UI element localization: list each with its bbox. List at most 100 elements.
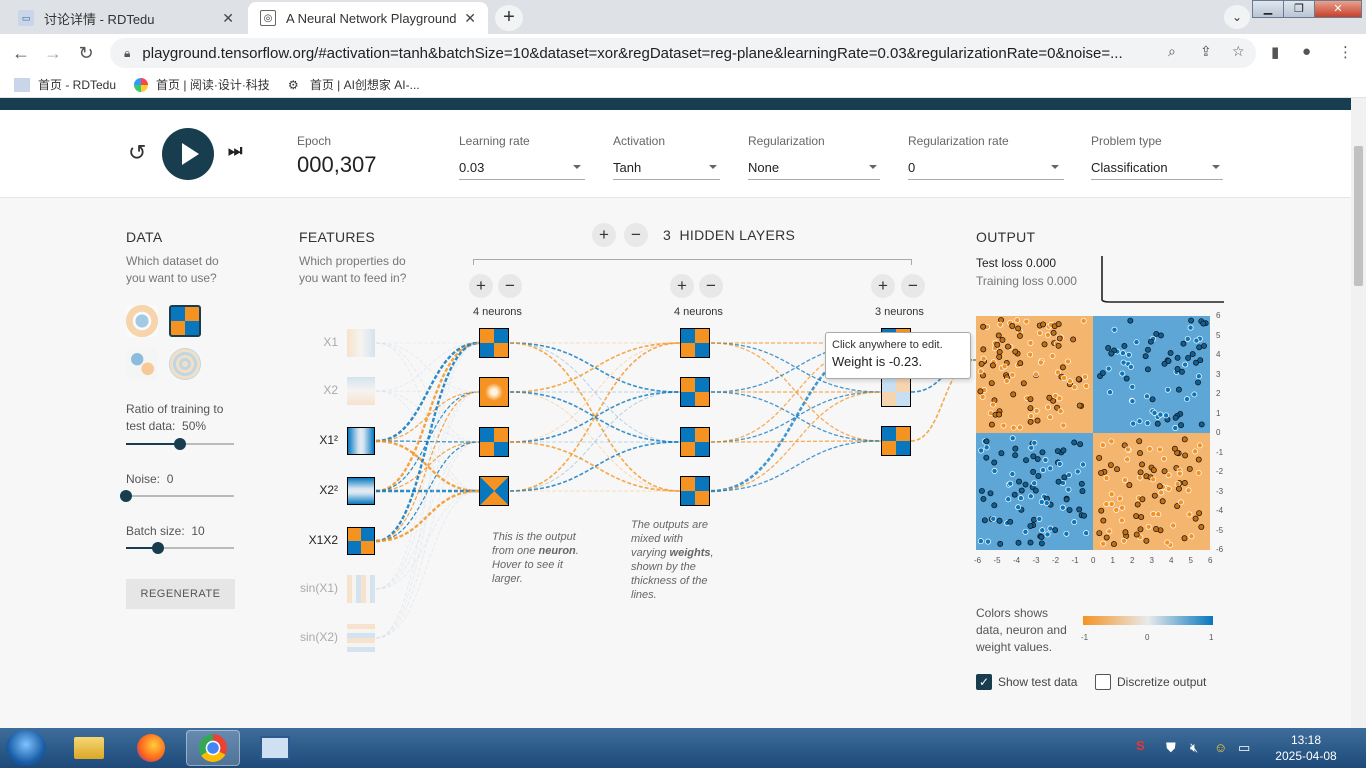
dataset-circle-thumb[interactable] — [126, 305, 158, 337]
slider-knob[interactable] — [174, 438, 186, 450]
weight-link[interactable] — [375, 341, 480, 493]
scrollbar-thumb[interactable] — [1354, 146, 1363, 286]
weight-link[interactable] — [509, 391, 681, 443]
add-layer-button[interactable]: + — [592, 223, 616, 247]
weight-link[interactable] — [375, 440, 480, 443]
control-panel-icon[interactable] — [248, 730, 302, 766]
hidden-neuron[interactable] — [479, 328, 509, 358]
back-arrow-icon[interactable]: ← — [8, 40, 34, 66]
weight-link[interactable] — [509, 391, 681, 492]
weight-link[interactable] — [375, 342, 480, 492]
play-button[interactable] — [162, 128, 214, 180]
regenerate-button[interactable]: REGENERATE — [126, 579, 235, 609]
weight-link[interactable] — [375, 441, 480, 590]
weight-link[interactable] — [509, 441, 681, 492]
action-center-icon[interactable]: ▭ — [1238, 740, 1250, 756]
regularization-rate-select[interactable]: Regularization rate 0 — [908, 134, 1064, 180]
system-clock[interactable]: 13:18 2025-04-08 — [1270, 732, 1342, 764]
layer2-remove-neuron-button[interactable]: − — [699, 274, 723, 298]
feature-input-box[interactable] — [347, 575, 375, 603]
weight-link[interactable] — [375, 391, 480, 442]
weight-link[interactable] — [375, 391, 480, 492]
step-forward-icon[interactable]: ⏭︎ — [228, 143, 242, 161]
weight-link[interactable] — [375, 391, 480, 590]
address-bar[interactable]: 🔒︎ playground.tensorflow.org/#activation… — [110, 38, 1256, 68]
tab-rdtedu[interactable]: ▭ 讨论详情 - RDTedu ✕ — [6, 2, 246, 34]
problem-type-select[interactable]: Problem type Classification — [1091, 134, 1223, 180]
hidden-neuron[interactable] — [881, 426, 911, 456]
close-tab-icon[interactable]: ✕ — [464, 10, 476, 27]
remove-layer-button[interactable]: − — [624, 223, 648, 247]
activation-select[interactable]: Activation Tanh — [613, 134, 720, 180]
feature-input-box[interactable] — [347, 527, 375, 555]
weight-link[interactable] — [710, 391, 882, 442]
firefox-icon[interactable] — [124, 730, 178, 766]
forward-arrow-icon[interactable]: → — [40, 40, 66, 66]
hidden-neuron[interactable] — [479, 377, 509, 407]
weight-link[interactable] — [710, 440, 882, 492]
regularization-select[interactable]: Regularization None — [748, 134, 880, 180]
dataset-spiral-thumb[interactable] — [169, 348, 201, 380]
weight-link[interactable] — [375, 341, 480, 443]
slider-knob[interactable] — [152, 542, 165, 554]
close-window-button[interactable]: ✕ — [1314, 0, 1362, 18]
sogou-input-icon[interactable]: S — [1136, 738, 1145, 753]
weight-link[interactable] — [509, 342, 681, 492]
tab-search-chevron-icon[interactable]: ⌄ — [1224, 5, 1250, 29]
volume-muted-icon[interactable]: 🔇︎ — [1190, 740, 1198, 756]
output-heatmap[interactable] — [976, 316, 1210, 550]
weight-link[interactable] — [375, 441, 480, 492]
weight-link[interactable] — [509, 342, 681, 443]
dataset-xor-thumb[interactable] — [169, 305, 201, 337]
maximize-button[interactable]: ❐ — [1283, 0, 1315, 18]
weight-link[interactable] — [710, 391, 882, 443]
weight-link[interactable] — [375, 390, 480, 492]
zoom-search-icon[interactable]: ⌕ — [1168, 43, 1176, 60]
weight-link[interactable] — [375, 490, 480, 639]
reload-icon[interactable]: ↻ — [73, 40, 99, 66]
weight-link[interactable] — [375, 391, 480, 639]
weight-link[interactable] — [375, 342, 480, 443]
bookmark-star-icon[interactable]: ☆ — [1232, 43, 1245, 60]
weight-link[interactable] — [710, 391, 882, 492]
hidden-neuron[interactable] — [479, 427, 509, 457]
weight-link[interactable] — [375, 441, 480, 639]
weight-link[interactable] — [710, 440, 882, 443]
ratio-slider[interactable] — [126, 438, 234, 450]
weight-link[interactable] — [375, 341, 480, 543]
feature-input-box[interactable] — [347, 624, 375, 652]
weight-link[interactable] — [509, 342, 681, 443]
weight-link[interactable] — [375, 441, 480, 542]
layer1-remove-neuron-button[interactable]: − — [498, 274, 522, 298]
weight-link[interactable] — [375, 490, 480, 590]
share-icon[interactable]: ⇪ — [1200, 43, 1212, 60]
feature-input-box[interactable] — [347, 477, 375, 505]
dataset-gaussian-thumb[interactable] — [126, 348, 158, 380]
close-tab-icon[interactable]: ✕ — [222, 10, 234, 27]
batch-size-slider[interactable] — [126, 542, 234, 554]
hidden-neuron[interactable] — [479, 476, 509, 506]
hidden-neuron[interactable] — [881, 377, 911, 407]
weight-link[interactable] — [509, 342, 681, 393]
weight-link[interactable] — [375, 342, 480, 392]
weight-link[interactable] — [375, 390, 480, 393]
menu-kebab-icon[interactable]: ⋮ — [1338, 43, 1353, 61]
profile-avatar-icon[interactable]: ● — [1302, 43, 1311, 60]
layer3-add-neuron-button[interactable]: + — [871, 274, 895, 298]
discretize-output-checkbox[interactable] — [1095, 674, 1111, 690]
hidden-neuron[interactable] — [680, 427, 710, 457]
tab-playground[interactable]: ◎ A Neural Network Playground ✕ — [248, 2, 488, 34]
app-tray-icon[interactable]: ☺ — [1214, 740, 1227, 755]
reset-icon[interactable]: ↺ — [128, 140, 146, 166]
weight-link[interactable] — [509, 342, 681, 492]
layer2-add-neuron-button[interactable]: + — [670, 274, 694, 298]
bookmark-design[interactable]: 首页 | 阅读·设计·科技 — [134, 76, 270, 93]
hidden-neuron[interactable] — [680, 377, 710, 407]
show-test-data-checkbox[interactable]: ✓ — [976, 674, 992, 690]
feature-input-box[interactable] — [347, 377, 375, 405]
weight-link[interactable] — [509, 441, 681, 492]
minimize-button[interactable]: ▁ — [1252, 0, 1284, 18]
weight-link[interactable] — [375, 342, 480, 639]
slider-knob[interactable] — [120, 490, 132, 502]
noise-slider[interactable] — [120, 490, 234, 502]
